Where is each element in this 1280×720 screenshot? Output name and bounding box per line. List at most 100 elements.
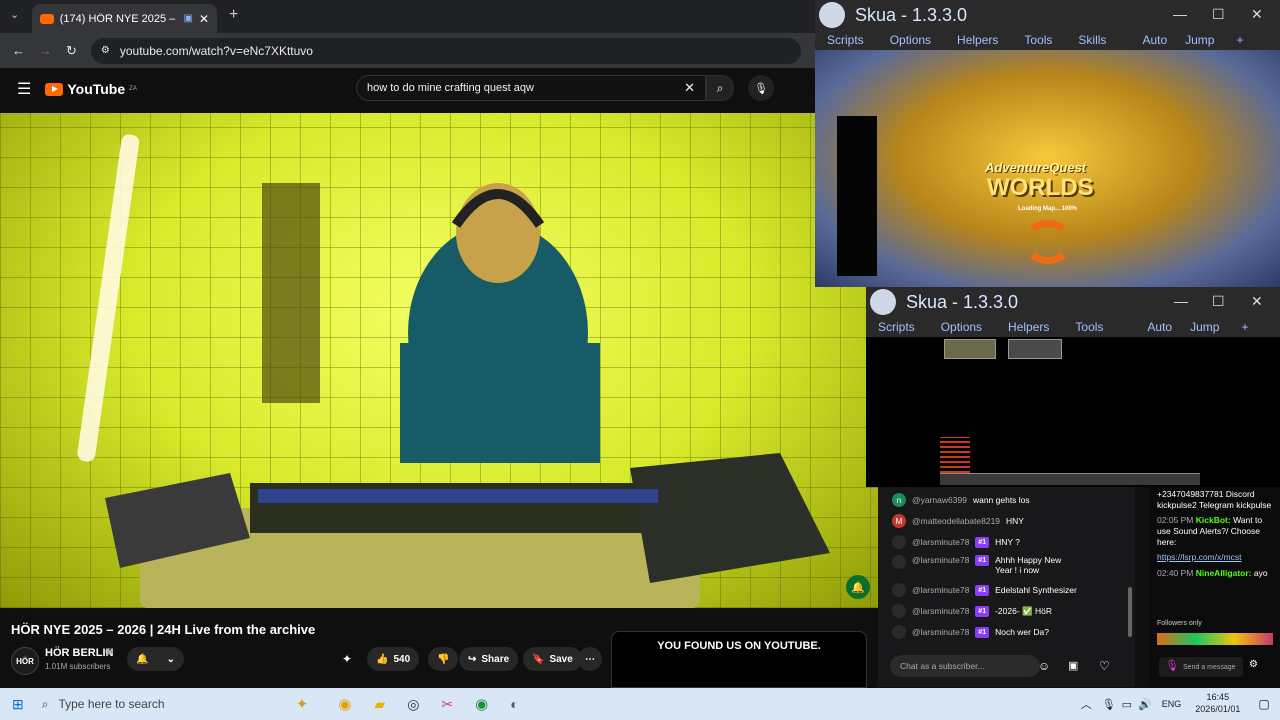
chat-avatar[interactable] [892, 555, 906, 569]
channel-name[interactable]: HÖR BERLIN [45, 647, 113, 659]
chat-username[interactable]: @larsminute78 [912, 585, 969, 595]
promo-banner[interactable]: YOU FOUND US ON YOUTUBE. [611, 631, 867, 688]
like-button[interactable]: 👍 540 [367, 647, 420, 671]
dislike-button[interactable]: 👎 [428, 647, 459, 671]
language-indicator[interactable]: ENG [1162, 699, 1182, 709]
file-explorer-icon[interactable]: ▰ [374, 696, 385, 713]
menu-auto[interactable]: Auto [1147, 320, 1172, 334]
chat-avatar[interactable] [892, 583, 906, 597]
skua-taskbar-icon[interactable]: ◐ [510, 696, 518, 712]
game-viewport[interactable]: AdventureQuest WORLDS Loading Map... 100… [815, 50, 1280, 287]
heart-icon[interactable]: ♡ [1099, 659, 1110, 673]
close-tab-icon[interactable]: ✕ [199, 12, 209, 26]
chat-scrollbar[interactable] [1128, 587, 1132, 637]
chat-input[interactable]: Chat as a subscriber... [890, 655, 1040, 677]
chat-message: @larsminute78 #1 Ahhh Happy New Year ! i… [892, 555, 1135, 577]
chat-username[interactable]: @larsminute78 [912, 627, 969, 637]
taskbar-search-box[interactable]: ⌕ Type here to search [42, 697, 242, 712]
snipping-tool-icon[interactable]: ✂ [441, 696, 453, 713]
chat-avatar[interactable]: M [892, 514, 906, 528]
tray-chevron-icon[interactable]: ︿ [1081, 696, 1092, 712]
save-button[interactable]: 🔖 Save [523, 647, 582, 671]
notification-icon[interactable]: ▢ [1258, 697, 1269, 711]
chat-username[interactable]: @larsminute78 [912, 555, 969, 565]
maximize-icon[interactable]: ☐ [1212, 293, 1225, 310]
menu-jump[interactable]: Jump [1190, 320, 1219, 334]
chat-message: @larsminute78 #1 Noch wer Da? [892, 624, 1135, 640]
minimize-icon[interactable]: — [1173, 6, 1187, 22]
kick-link[interactable]: https://lsrp.com/x/mcst [1157, 552, 1242, 562]
windows-start-icon[interactable]: ⊞ [12, 696, 24, 713]
search-button[interactable]: ⌕ [706, 75, 734, 101]
menu-jump[interactable]: Jump [1185, 33, 1214, 47]
chat-username[interactable]: @larsminute78 [912, 606, 969, 616]
url-field[interactable]: ⚙ youtube.com/watch?v=eNc7XKttuvo [90, 37, 801, 64]
add-plus-icon[interactable]: + [1241, 320, 1248, 334]
tray-volume-icon[interactable]: 🔊 [1138, 698, 1152, 711]
share-label: Share [481, 653, 510, 665]
new-tab-plus-icon[interactable]: + [229, 6, 238, 24]
settings-icon[interactable]: ⚙ [1249, 659, 1258, 670]
notification-bell-button[interactable]: 🔔 ⌄ [127, 647, 184, 671]
tab-list-chevron-icon[interactable]: ⌄ [10, 8, 19, 21]
reload-icon[interactable]: ↻ [66, 43, 77, 59]
voice-search-button[interactable]: 🎙 [748, 75, 774, 101]
emoji-icon[interactable]: ☺ [1038, 659, 1050, 673]
menu-hamburger-icon[interactable]: ☰ [17, 79, 31, 99]
menu-helpers[interactable]: Helpers [957, 33, 998, 47]
chat-username[interactable]: @matteodellabate8219 [912, 516, 1000, 526]
youtube-logo[interactable]: YouTube ZA [45, 81, 137, 97]
chat-avatar[interactable] [892, 535, 906, 549]
chat-text: wann gehts los [972, 495, 1030, 505]
chat-avatar[interactable] [892, 604, 906, 618]
back-arrow-icon[interactable]: ← [12, 43, 25, 58]
chrome-active-icon[interactable]: ◉ [475, 695, 488, 713]
close-icon[interactable]: ✕ [1251, 293, 1263, 310]
super-chat-icon[interactable]: ▣ [1068, 659, 1078, 672]
menu-scripts[interactable]: Scripts [878, 320, 915, 334]
menu-options[interactable]: Options [890, 33, 931, 47]
chat-message: @larsminute78 #1 HNY ? [892, 534, 1135, 550]
chat-username[interactable]: @yarnaw6399 [912, 495, 967, 505]
video-player[interactable]: 🔔 [0, 113, 880, 608]
game-logo-bottom: WORLDS [987, 174, 1094, 201]
menu-helpers[interactable]: Helpers [1008, 320, 1049, 334]
channel-watermark-icon[interactable]: 🔔 [846, 575, 870, 599]
chrome-icon[interactable]: ◉ [338, 695, 351, 713]
maximize-icon[interactable]: ☐ [1212, 6, 1225, 23]
chat-username[interactable]: @larsminute78 [912, 537, 969, 547]
menu-tools[interactable]: Tools [1075, 320, 1103, 334]
chat-text: HNY [1006, 516, 1024, 526]
thanks-icon[interactable]: ✦ [342, 652, 352, 666]
browser-tab[interactable]: (174) HÖR NYE 2025 – 202 ▣ ✕ [32, 4, 217, 33]
copilot-icon[interactable]: ✦ [296, 695, 309, 713]
minimize-icon[interactable]: — [1174, 293, 1188, 309]
game-viewport[interactable] [866, 337, 1280, 487]
clock[interactable]: 16:45 2026/01/01 [1195, 692, 1240, 715]
clear-search-icon[interactable]: ✕ [684, 80, 695, 96]
forward-arrow-icon[interactable]: → [39, 43, 52, 58]
kick-username[interactable]: KickBot: [1196, 515, 1231, 525]
kick-username[interactable]: NineAlligator: [1196, 568, 1252, 578]
chat-avatar[interactable] [892, 625, 906, 639]
microphone-icon[interactable]: 🎙 [1165, 659, 1179, 672]
share-button[interactable]: ↪ Share [459, 647, 519, 671]
menu-options[interactable]: Options [941, 320, 982, 334]
search-value: how to do mine crafting quest aqw [367, 82, 534, 94]
tray-mic-icon[interactable]: 🎙 [1102, 698, 1116, 711]
tray-network-icon[interactable]: ▭ [1122, 698, 1132, 711]
site-info-icon[interactable]: ⚙ [101, 45, 110, 56]
menu-auto[interactable]: Auto [1142, 33, 1167, 47]
menu-tools[interactable]: Tools [1024, 33, 1052, 47]
emote-row[interactable] [1157, 633, 1273, 645]
menu-skills[interactable]: Skills [1078, 33, 1106, 47]
more-actions-button[interactable]: ⋯ [578, 647, 602, 671]
close-icon[interactable]: ✕ [1251, 6, 1263, 23]
add-plus-icon[interactable]: + [1236, 33, 1243, 47]
menu-scripts[interactable]: Scripts [827, 33, 864, 47]
channel-avatar[interactable]: HÖR [11, 647, 39, 675]
video-title: HÖR NYE 2025 – 2026 | 24H Live from the … [11, 622, 316, 637]
steam-icon[interactable]: ◎ [407, 696, 419, 713]
chat-avatar[interactable]: n [892, 493, 906, 507]
search-input[interactable]: how to do mine crafting quest aqw ✕ [356, 75, 706, 101]
